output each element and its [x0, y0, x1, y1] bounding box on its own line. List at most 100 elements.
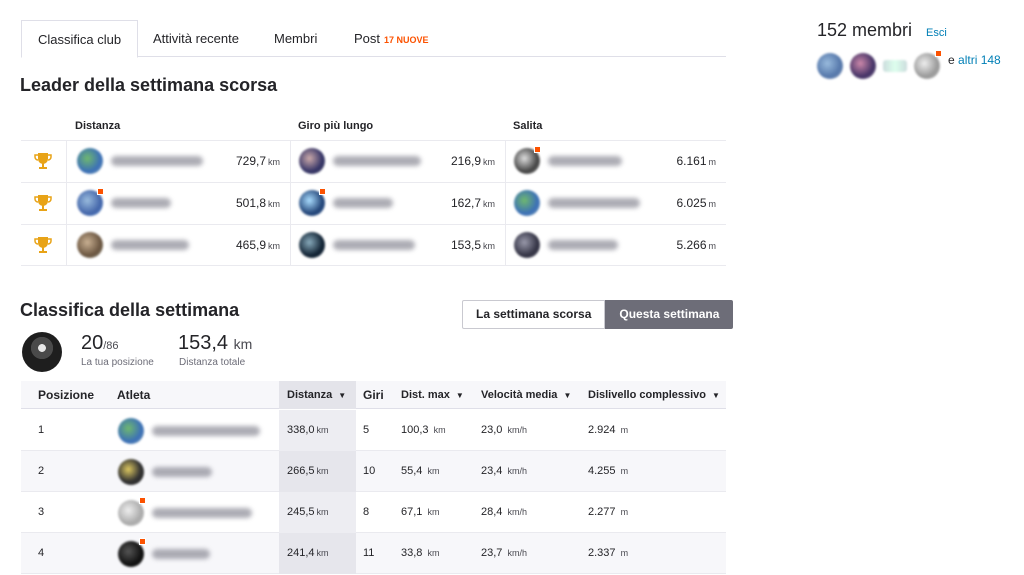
- leaders-title: Leader della settimana scorsa: [20, 75, 278, 95]
- sort-icon: ▼: [455, 391, 464, 400]
- table-row: 2 266,5 km 10 55,4 km 23,4 km/h 4.255 m: [21, 451, 726, 492]
- sort-icon: ▼: [563, 391, 572, 400]
- col-distance[interactable]: Distanza ▼: [279, 381, 356, 409]
- leaders-col-longest: Giro più lungo: [298, 120, 374, 132]
- subscriber-badge: [139, 497, 146, 504]
- tab-club-leaderboard[interactable]: Classifica club: [21, 20, 139, 58]
- distance-cell: 338,0 km: [279, 410, 356, 451]
- leaders-row: 465,9 km 153,5 km 5.266 m: [21, 224, 726, 266]
- athlete-avatar[interactable]: [77, 232, 103, 258]
- athlete-name-blurred[interactable]: [111, 156, 203, 166]
- athlete-name-blurred[interactable]: [333, 198, 393, 208]
- leaders-table: Distanza Giro più lungo Salita 729,7 km 2…: [21, 110, 726, 266]
- athlete-avatar[interactable]: [118, 459, 144, 485]
- leader-longest-cell[interactable]: 153,5 km: [290, 225, 505, 266]
- leader-climb-cell[interactable]: 6.161 m: [505, 141, 726, 182]
- athlete-name-blurred[interactable]: [111, 240, 189, 250]
- athlete-name-blurred[interactable]: [111, 198, 171, 208]
- weekly-title: Classifica della settimana: [20, 300, 240, 320]
- table-row: 1 338,0 km 5 100,3 km 23,0 km/h 2.924 m: [21, 410, 726, 451]
- leave-club-link[interactable]: Esci: [926, 27, 947, 39]
- athlete-avatar[interactable]: [299, 232, 325, 258]
- more-members-link[interactable]: altri 148: [958, 53, 1001, 67]
- new-posts-badge: 17 NUOVE: [384, 35, 429, 45]
- rank-cell: 2: [38, 465, 45, 477]
- col-athlete[interactable]: Atleta: [117, 381, 150, 409]
- rank-cell: 4: [38, 547, 45, 559]
- max-cell: 55,4 km: [401, 465, 440, 477]
- max-cell: 67,1 km: [401, 506, 440, 518]
- leaders-row: 729,7 km 216,9 km 6.161 m: [21, 140, 726, 182]
- rides-cell: 8: [363, 506, 370, 518]
- table-row: 4 241,4 km 11 33,8 km 23,7 km/h 2.337 m: [21, 533, 726, 574]
- leader-longest-cell[interactable]: 216,9 km: [290, 141, 505, 182]
- my-avatar[interactable]: [22, 332, 62, 372]
- athlete-avatar[interactable]: [299, 148, 325, 174]
- col-rides[interactable]: Giri: [363, 381, 384, 409]
- elevation-cell: 2.924 m: [588, 424, 629, 436]
- sort-desc-icon: ▼: [338, 391, 347, 400]
- member-avatar[interactable]: [817, 53, 843, 79]
- last-week-button[interactable]: La settimana scorsa: [462, 300, 606, 329]
- athlete-avatar[interactable]: [118, 418, 144, 444]
- leader-distance-cell[interactable]: 729,7 km: [67, 141, 290, 182]
- athlete-name-blurred[interactable]: [548, 156, 622, 166]
- speed-cell: 23,7 km/h: [481, 547, 527, 559]
- leader-distance-cell[interactable]: 501,8 km: [67, 183, 290, 224]
- athlete-avatar[interactable]: [514, 190, 540, 216]
- tab-posts[interactable]: Post 17 NUOVE: [354, 20, 429, 57]
- trophy-icon: [34, 153, 52, 169]
- athlete-name-blurred[interactable]: [333, 156, 421, 166]
- athlete-name-blurred[interactable]: [333, 240, 415, 250]
- more-members: e altri 148: [948, 53, 1001, 67]
- rank-cell: 3: [38, 506, 45, 518]
- table-header: Posizione Atleta Distanza ▼ Giri Dist. ma…: [21, 381, 726, 409]
- leader-climb-cell[interactable]: 5.266 m: [505, 225, 726, 266]
- athlete-name-blurred[interactable]: [152, 426, 260, 436]
- leader-climb-cell[interactable]: 6.025 m: [505, 183, 726, 224]
- speed-cell: 28,4 km/h: [481, 506, 527, 518]
- distance-cell: 266,5 km: [279, 451, 356, 492]
- leaders-row: 501,8 km 162,7 km 6.025 m: [21, 182, 726, 224]
- athlete-name-blurred[interactable]: [548, 240, 618, 250]
- subscriber-badge: [935, 50, 942, 57]
- elevation-cell: 2.277 m: [588, 506, 629, 518]
- athlete-avatar[interactable]: [514, 232, 540, 258]
- speed-cell: 23,4 km/h: [481, 465, 527, 477]
- my-distance-label: Distanza totale: [179, 357, 246, 368]
- member-avatar[interactable]: [883, 60, 907, 72]
- leader-distance-cell[interactable]: 465,9 km: [67, 225, 290, 266]
- this-week-button[interactable]: Questa settimana: [605, 300, 734, 329]
- my-position-label: La tua posizione: [81, 357, 154, 368]
- subscriber-badge: [534, 146, 541, 153]
- rides-cell: 10: [363, 465, 376, 477]
- speed-cell: 23,0 km/h: [481, 424, 527, 436]
- subscriber-badge: [97, 188, 104, 195]
- leader-longest-cell[interactable]: 162,7 km: [290, 183, 505, 224]
- athlete-name-blurred[interactable]: [152, 549, 210, 559]
- trophy-icon: [34, 195, 52, 211]
- distance-cell: 241,4 km: [279, 533, 356, 574]
- my-distance-value: 153,4 km: [178, 332, 253, 354]
- rank-cell: 1: [38, 424, 45, 436]
- col-elevation[interactable]: Dislivello complessivo ▼: [588, 381, 720, 409]
- elevation-cell: 4.255 m: [588, 465, 629, 477]
- athlete-name-blurred[interactable]: [152, 508, 252, 518]
- max-cell: 100,3 km: [401, 424, 446, 436]
- col-rank[interactable]: Posizione: [38, 381, 94, 409]
- athlete-name-blurred[interactable]: [152, 467, 212, 477]
- member-avatar[interactable]: [850, 53, 876, 79]
- trophy-icon: [34, 237, 52, 253]
- subscriber-badge: [319, 188, 326, 195]
- tab-recent-activity[interactable]: Attività recente: [153, 20, 239, 57]
- col-max-distance[interactable]: Dist. max ▼: [401, 381, 464, 409]
- athlete-avatar[interactable]: [77, 148, 103, 174]
- elevation-cell: 2.337 m: [588, 547, 629, 559]
- subscriber-badge: [139, 538, 146, 545]
- tab-members[interactable]: Membri: [274, 20, 317, 57]
- club-tabs: Classifica club Attività recente Membri …: [21, 20, 726, 58]
- col-avg-speed[interactable]: Velocità media ▼: [481, 381, 571, 409]
- athlete-name-blurred[interactable]: [548, 198, 640, 208]
- sort-icon: ▼: [712, 391, 720, 400]
- rides-cell: 11: [363, 547, 375, 559]
